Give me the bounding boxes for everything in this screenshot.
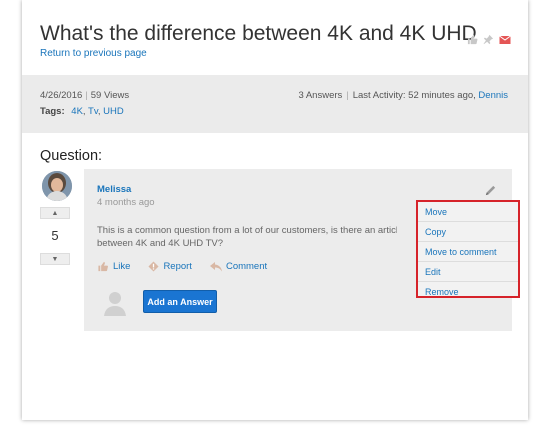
thumbs-up-icon[interactable] [467, 32, 478, 45]
downvote-button[interactable]: ▼ [40, 253, 70, 265]
pin-icon[interactable] [483, 32, 494, 45]
post-time: 4 months ago [97, 197, 155, 208]
last-activity-user-link[interactable]: Dennis [478, 90, 508, 101]
like-label: Like [113, 261, 131, 272]
vote-count: 5 [51, 228, 59, 243]
meta-bar: 4/26/2016 | 59 Views Tags: 4K, Tv, UHD 3 A… [22, 75, 528, 133]
question-heading: Question: [40, 148, 103, 164]
tags-row: Tags: 4K, Tv, UHD [40, 106, 124, 117]
menu-item-edit[interactable]: Edit [418, 262, 518, 282]
top-icons [467, 32, 511, 45]
activity-info: 3 Answers | Last Activity: 52 minutes ago,… [298, 90, 508, 101]
vote-box: ▲ 5 ▼ [40, 207, 70, 265]
upvote-button[interactable]: ▲ [40, 207, 70, 219]
pencil-icon[interactable] [484, 184, 497, 197]
view-count: 59 Views [90, 90, 130, 101]
report-label: Report [163, 261, 192, 272]
report-button[interactable]: Report [148, 261, 192, 272]
comment-button[interactable]: Comment [209, 261, 268, 272]
menu-item-copy[interactable]: Copy [418, 222, 518, 242]
tag-link[interactable]: Tv [88, 106, 98, 117]
avatar[interactable] [42, 171, 72, 201]
menu-item-move[interactable]: Move [418, 202, 518, 222]
last-activity: Last Activity: 52 minutes ago, [352, 90, 476, 101]
question-body: This is a common question from a lot of … [97, 224, 397, 250]
post-actions: Like Report Comment [97, 261, 267, 272]
tag-link[interactable]: 4K [71, 106, 83, 117]
menu-item-move-to-comment[interactable]: Move to comment [418, 242, 518, 262]
comment-label: Comment [225, 261, 268, 272]
thumbs-up-icon [97, 261, 109, 272]
user-avatar-placeholder [101, 289, 129, 317]
reply-arrow-icon [209, 261, 222, 272]
question-body-line: This is a common question from a lot of … [97, 225, 397, 236]
tag-link[interactable]: UHD [103, 106, 124, 117]
email-icon[interactable] [499, 32, 511, 44]
report-icon [148, 261, 159, 272]
answer-count: 3 Answers [298, 90, 343, 101]
question-page: What's the difference between 4K and 4K … [22, 0, 528, 420]
post-date: 4/26/2016 [40, 90, 83, 101]
menu-item-remove[interactable]: Remove [418, 282, 518, 302]
page-title: What's the difference between 4K and 4K … [40, 22, 477, 45]
add-answer-button[interactable]: Add an Answer [143, 290, 217, 313]
context-menu: Move Copy Move to comment Edit Remove [416, 200, 520, 298]
author-name[interactable]: Melissa [97, 184, 131, 195]
tags-label: Tags: [40, 106, 65, 117]
question-body-line: between 4K and 4K UHD TV? [97, 238, 224, 249]
like-button[interactable]: Like [97, 261, 130, 272]
post-stats: 4/26/2016 | 59 Views [40, 90, 130, 101]
return-link[interactable]: Return to previous page [40, 48, 147, 59]
